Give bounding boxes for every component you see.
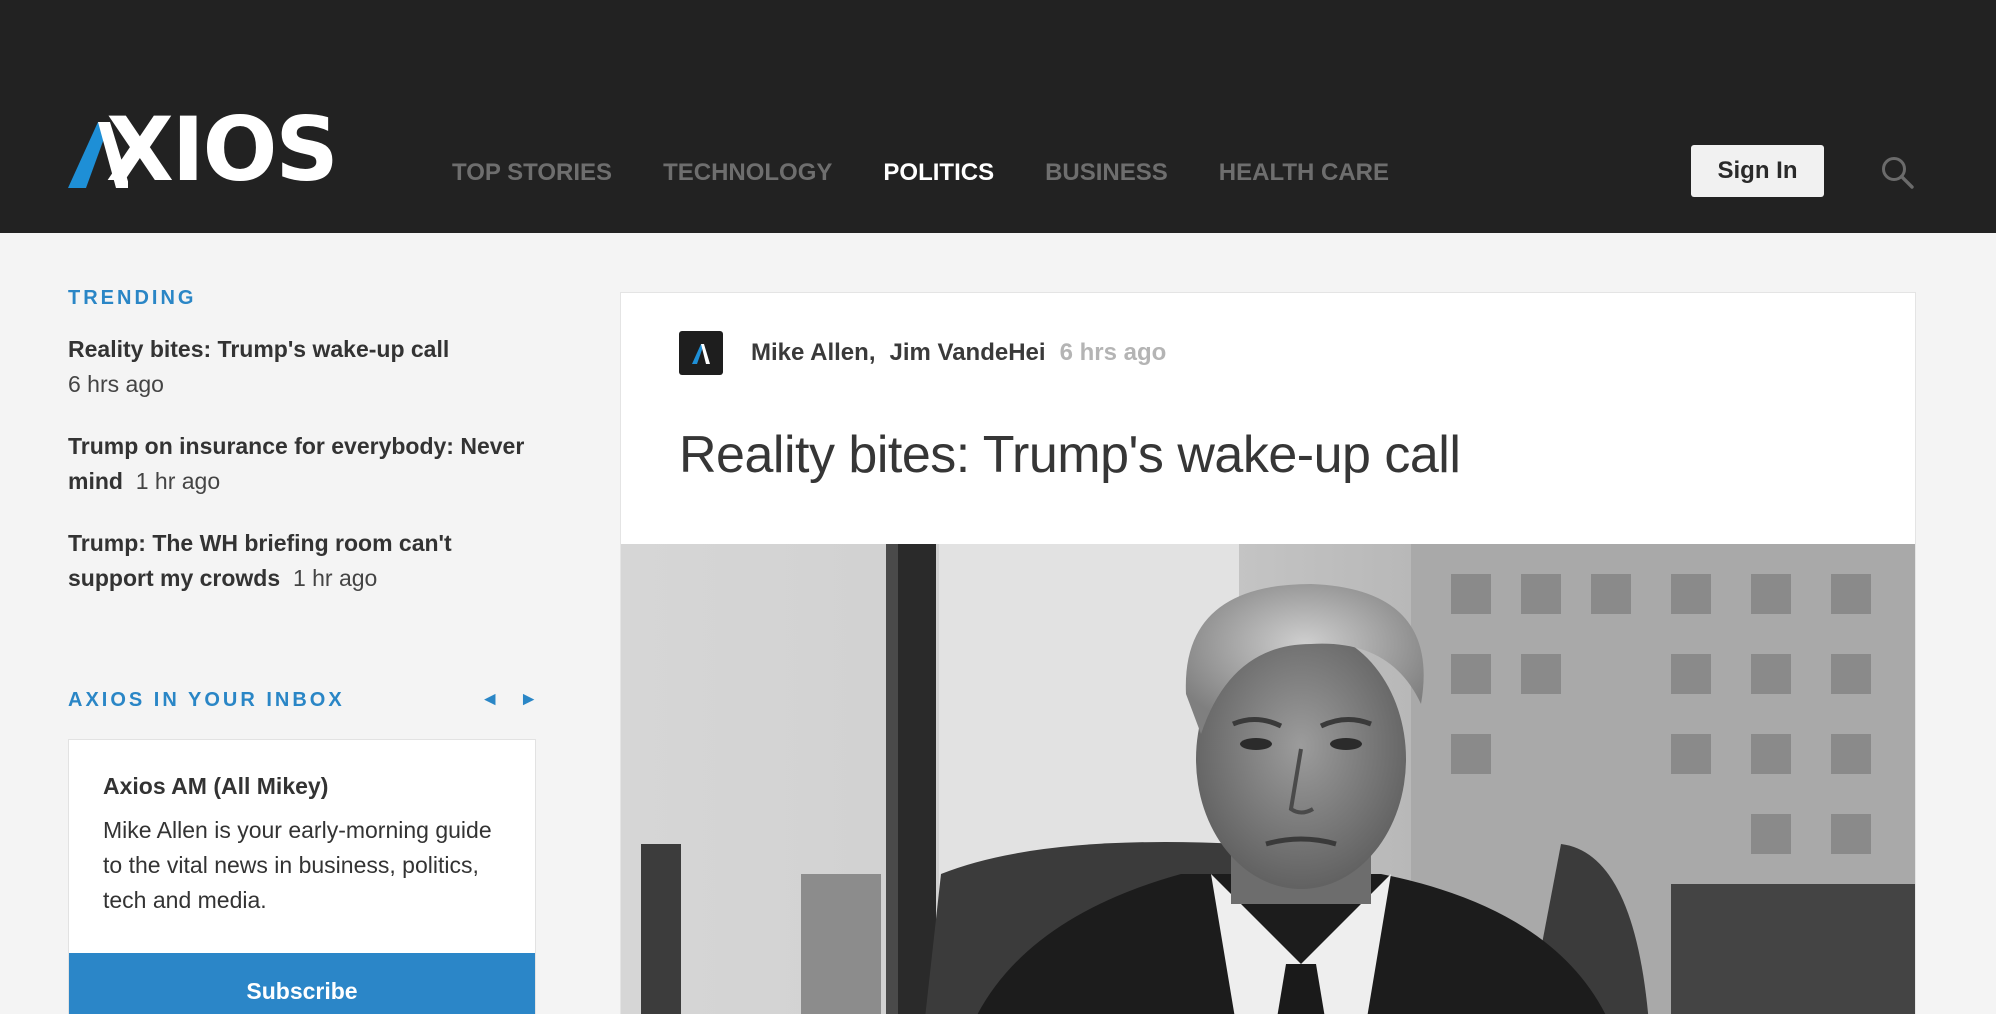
subscribe-button[interactable]: Subscribe bbox=[69, 953, 535, 1014]
newsletter-card: Axios AM (All Mikey) Mike Allen is your … bbox=[68, 739, 536, 1014]
page: XIOS TOP STORIES TECHNOLOGY POLITICS BUS… bbox=[0, 0, 1996, 1014]
inbox-carousel-controls: ◄ ► bbox=[480, 687, 538, 713]
axios-avatar bbox=[679, 331, 723, 375]
nav-business[interactable]: BUSINESS bbox=[1045, 158, 1168, 188]
inbox-header: AXIOS IN YOUR INBOX ◄ ► bbox=[68, 688, 538, 714]
trending-item-time: 1 hr ago bbox=[135, 468, 221, 494]
nav-technology[interactable]: TECHNOLOGY bbox=[663, 158, 832, 188]
site-header: XIOS TOP STORIES TECHNOLOGY POLITICS BUS… bbox=[0, 0, 1996, 233]
trending-item-title[interactable]: Reality bites: Trump's wake-up call bbox=[68, 336, 449, 362]
sidebar: TRENDING Reality bites: Trump's wake-up … bbox=[68, 286, 536, 623]
inbox-heading: AXIOS IN YOUR INBOX bbox=[68, 689, 345, 711]
scrollbar[interactable] bbox=[1996, 0, 2000, 1014]
article-timestamp: 6 hrs ago bbox=[1059, 339, 1167, 366]
author-link[interactable]: Mike Allen bbox=[751, 339, 869, 367]
search-icon[interactable] bbox=[1880, 155, 1916, 191]
prev-arrow-icon[interactable]: ◄ bbox=[480, 687, 499, 713]
axios-logo[interactable]: XIOS bbox=[68, 104, 372, 196]
trending-item[interactable]: Trump: The WH briefing room can't suppor… bbox=[68, 526, 536, 596]
byline: Mike Allen , Jim VandeHei 6 hrs ago bbox=[679, 331, 1166, 375]
newsletter-description: Mike Allen is your early-morning guide t… bbox=[103, 817, 492, 913]
next-arrow-icon[interactable]: ► bbox=[519, 687, 538, 713]
trending-item[interactable]: Trump on insurance for everybody: Never … bbox=[68, 429, 536, 499]
article-card: Mike Allen , Jim VandeHei 6 hrs ago Real… bbox=[620, 292, 1916, 1014]
trending-item-title[interactable]: Trump: The WH briefing room can't suppor… bbox=[68, 530, 452, 591]
newsletter-title: Axios AM (All Mikey) bbox=[103, 773, 329, 799]
logo-wordmark: XIOS bbox=[106, 98, 339, 201]
hero-image bbox=[621, 544, 1915, 1014]
main-nav: TOP STORIES TECHNOLOGY POLITICS BUSINESS… bbox=[452, 158, 1440, 188]
sign-in-button[interactable]: Sign In bbox=[1691, 145, 1824, 197]
hero-photo bbox=[621, 544, 1915, 1014]
trending-item-time: 1 hr ago bbox=[292, 565, 378, 591]
trending-list: Reality bites: Trump's wake-up call 6 hr… bbox=[68, 332, 536, 596]
nav-politics[interactable]: POLITICS bbox=[883, 158, 994, 188]
avatar-logo-icon bbox=[692, 344, 710, 364]
trending-item[interactable]: Reality bites: Trump's wake-up call 6 hr… bbox=[68, 332, 536, 402]
nav-health-care[interactable]: HEALTH CARE bbox=[1219, 158, 1389, 188]
nav-top-stories[interactable]: TOP STORIES bbox=[452, 158, 612, 188]
trending-heading: TRENDING bbox=[68, 287, 197, 309]
article-headline[interactable]: Reality bites: Trump's wake-up call bbox=[679, 423, 1461, 487]
trending-item-time: 6 hrs ago bbox=[68, 371, 164, 397]
author-separator: , bbox=[868, 339, 876, 366]
author-link[interactable]: Jim VandeHei bbox=[889, 339, 1045, 367]
